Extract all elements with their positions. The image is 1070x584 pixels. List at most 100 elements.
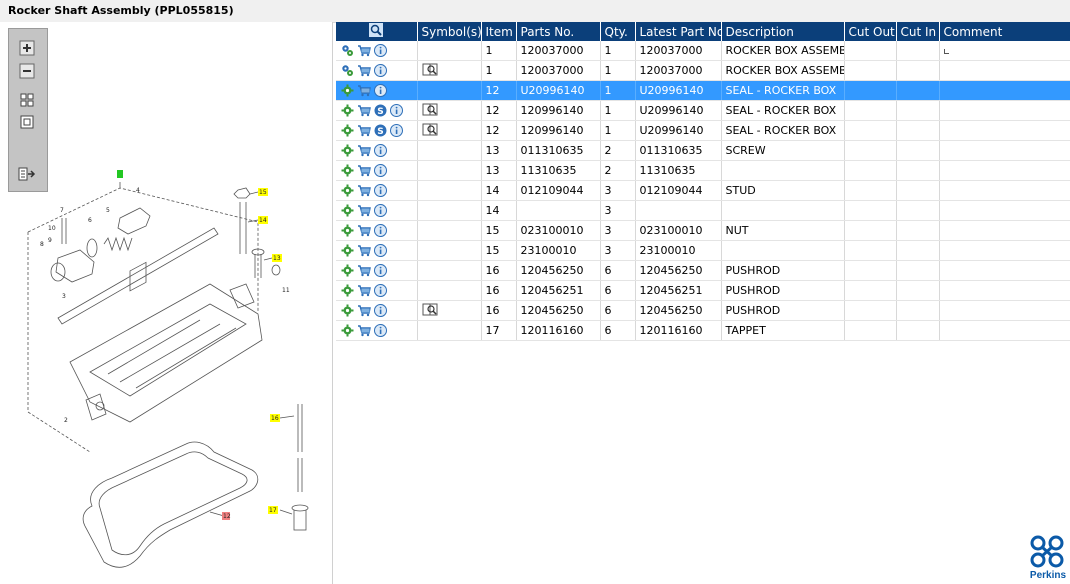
gear-icon[interactable]	[341, 104, 354, 117]
info-icon[interactable]	[374, 184, 387, 197]
column-header-symbols[interactable]: Symbol(s)	[417, 22, 482, 41]
table-row[interactable]: 15 23100010 3 23100010	[336, 240, 1070, 261]
row-action-icons[interactable]	[336, 260, 418, 281]
shopping-cart-icon[interactable]	[357, 124, 371, 137]
book-symbol-icon[interactable]	[422, 123, 438, 136]
column-header-parts-no[interactable]: Parts No.	[516, 22, 601, 41]
shopping-cart-icon[interactable]	[357, 284, 371, 297]
info-icon[interactable]	[374, 164, 387, 177]
gear-icon[interactable]	[341, 84, 354, 97]
gears-icon[interactable]	[341, 44, 354, 57]
row-symbol[interactable]	[417, 300, 482, 321]
info-icon[interactable]	[374, 144, 387, 157]
gear-icon[interactable]	[341, 204, 354, 217]
row-action-icons[interactable]	[336, 240, 418, 261]
row-action-icons[interactable]	[336, 300, 418, 321]
row-action-icons[interactable]	[336, 320, 418, 341]
table-row[interactable]: 13 011310635 2 011310635 SCREW	[336, 140, 1070, 161]
table-row[interactable]: 16 120456251 6 120456251 PUSHROD	[336, 280, 1070, 301]
export-icon[interactable]	[17, 165, 37, 183]
book-symbol-icon[interactable]	[422, 63, 438, 76]
gear-icon[interactable]	[341, 324, 354, 337]
comment-marker-icon[interactable]	[943, 49, 949, 54]
row-action-icons[interactable]	[336, 140, 418, 161]
shopping-cart-icon[interactable]	[357, 224, 371, 237]
row-action-icons[interactable]	[336, 280, 418, 301]
info-icon[interactable]	[374, 64, 387, 77]
row-action-icons[interactable]	[336, 220, 418, 241]
supersession-icon[interactable]: S	[374, 104, 387, 117]
column-header-comment[interactable]: Comment	[939, 22, 1070, 41]
gear-icon[interactable]	[341, 184, 354, 197]
table-row[interactable]: S 12 120996140 1 U20996140 SEAL - ROCKER BOX	[336, 120, 1070, 141]
column-header-latest-part-no[interactable]: Latest Part No.	[635, 22, 722, 41]
info-icon[interactable]	[374, 244, 387, 257]
column-header-actions[interactable]	[336, 22, 418, 41]
shopping-cart-icon[interactable]	[357, 44, 371, 57]
shopping-cart-icon[interactable]	[357, 204, 371, 217]
row-action-icons[interactable]	[336, 180, 418, 201]
row-action-icons[interactable]: S	[336, 120, 418, 141]
gears-icon[interactable]	[341, 64, 354, 77]
table-row[interactable]: 16 120456250 6 120456250 PUSHROD	[336, 260, 1070, 281]
row-symbol[interactable]	[417, 100, 482, 121]
gear-icon[interactable]	[341, 124, 354, 137]
fit-all-icon[interactable]	[17, 91, 37, 109]
shopping-cart-icon[interactable]	[357, 104, 371, 117]
supersession-icon[interactable]: S	[374, 124, 387, 137]
column-header-cut-out[interactable]: Cut Out	[844, 22, 897, 41]
row-action-icons[interactable]	[336, 160, 418, 181]
row-action-icons[interactable]	[336, 60, 418, 81]
actual-size-icon[interactable]	[17, 113, 37, 131]
row-action-icons[interactable]	[336, 41, 418, 61]
gear-icon[interactable]	[341, 284, 354, 297]
row-action-icons[interactable]	[336, 200, 418, 221]
info-icon[interactable]	[374, 84, 387, 97]
shopping-cart-icon[interactable]	[357, 184, 371, 197]
info-icon[interactable]	[374, 304, 387, 317]
shopping-cart-icon[interactable]	[357, 144, 371, 157]
column-header-item[interactable]: Item	[481, 22, 517, 41]
zoom-in-icon[interactable]	[17, 39, 37, 57]
row-action-icons[interactable]	[336, 80, 418, 101]
zoom-out-icon[interactable]	[17, 62, 37, 80]
row-symbol[interactable]	[417, 60, 482, 81]
column-header-qty[interactable]: Qty.	[600, 22, 636, 41]
info-icon[interactable]	[374, 224, 387, 237]
table-row[interactable]: 13 11310635 2 11310635	[336, 160, 1070, 181]
info-icon[interactable]	[374, 44, 387, 57]
info-icon[interactable]	[390, 104, 403, 117]
gear-icon[interactable]	[341, 244, 354, 257]
shopping-cart-icon[interactable]	[357, 324, 371, 337]
shopping-cart-icon[interactable]	[357, 164, 371, 177]
table-row[interactable]: 15 023100010 3 023100010 NUT	[336, 220, 1070, 241]
info-icon[interactable]	[390, 124, 403, 137]
shopping-cart-icon[interactable]	[357, 264, 371, 277]
table-row[interactable]: 11200370001120037000ROCKER BOX ASSEMBLY	[336, 60, 1070, 81]
column-header-cut-in[interactable]: Cut In	[896, 22, 940, 41]
gear-icon[interactable]	[341, 224, 354, 237]
table-row[interactable]: 14 3	[336, 200, 1070, 221]
row-action-icons[interactable]: S	[336, 100, 418, 121]
shopping-cart-icon[interactable]	[357, 304, 371, 317]
exploded-parts-diagram[interactable]: 4 5 6 7 8 9 10 3 2 11 15 14 13 16 17 12	[0, 22, 332, 584]
table-row[interactable]: 12 U20996140 1 U20996140 SEAL - ROCKER BOX	[336, 80, 1070, 101]
gear-icon[interactable]	[341, 264, 354, 277]
info-icon[interactable]	[374, 204, 387, 217]
table-row[interactable]: S 12 120996140 1 U20996140 SEAL - ROCKER BOX	[336, 100, 1070, 121]
book-symbol-icon[interactable]	[422, 303, 438, 316]
gear-icon[interactable]	[341, 164, 354, 177]
table-row[interactable]: 14 012109044 3 012109044 STUD	[336, 180, 1070, 201]
shopping-cart-icon[interactable]	[357, 64, 371, 77]
table-row[interactable]: 17 120116160 6 120116160 TAPPET	[336, 320, 1070, 341]
book-symbol-icon[interactable]	[422, 103, 438, 116]
info-icon[interactable]	[374, 324, 387, 337]
diagram-pane[interactable]: 4 5 6 7 8 9 10 3 2 11 15 14 13 16 17 12	[0, 22, 333, 584]
shopping-cart-icon[interactable]	[357, 244, 371, 257]
row-symbol[interactable]	[417, 120, 482, 141]
column-header-description[interactable]: Description	[721, 22, 845, 41]
shopping-cart-icon[interactable]	[357, 84, 371, 97]
table-row[interactable]: 11200370001120037000ROCKER BOX ASSEMBLY	[336, 41, 1070, 61]
info-icon[interactable]	[374, 284, 387, 297]
gear-icon[interactable]	[341, 144, 354, 157]
